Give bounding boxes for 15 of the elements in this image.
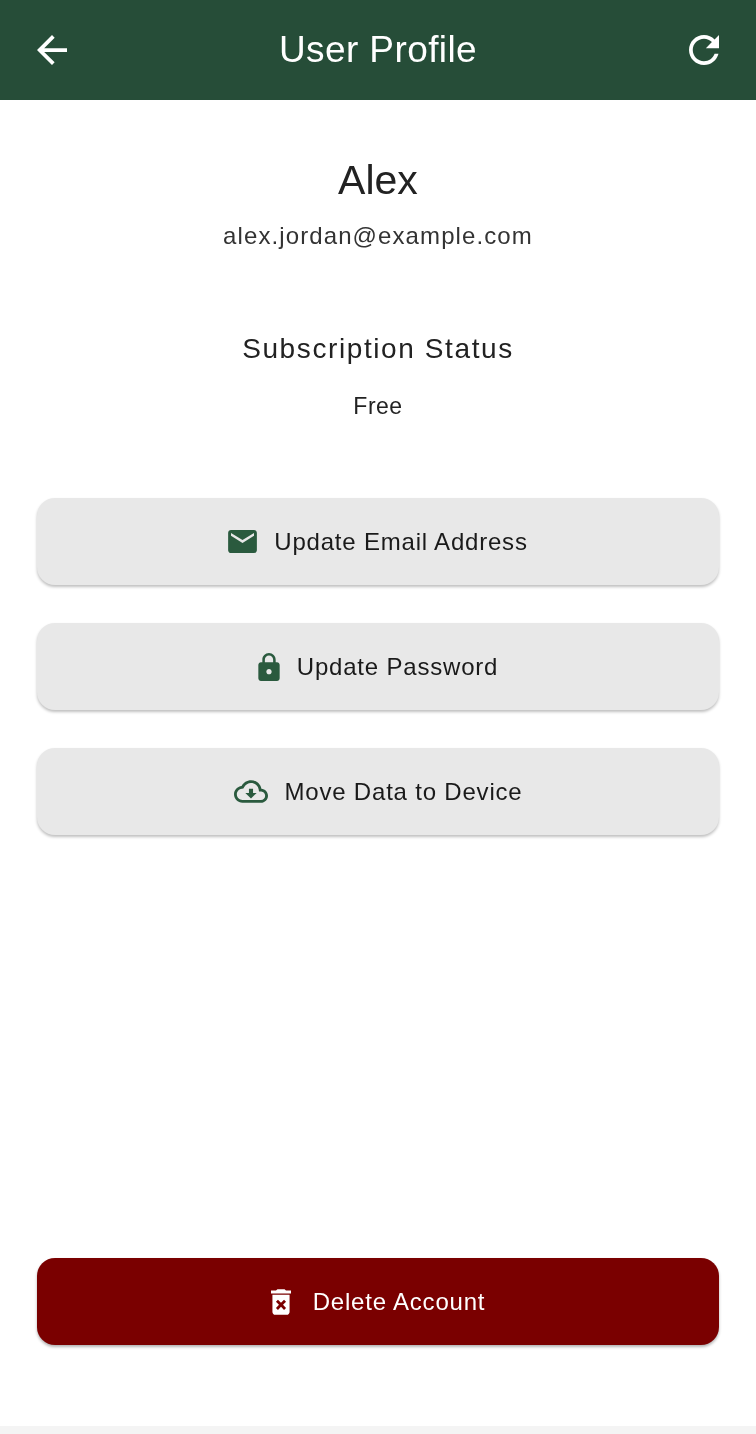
action-button[interactable]: Update Password — [37, 623, 719, 710]
subscription-label: Subscription Status — [242, 332, 514, 366]
delete-account-button[interactable]: Delete Account — [37, 1258, 719, 1345]
user-email: alex.jordan@example.com — [223, 221, 533, 251]
action-button[interactable]: Move Data to Device — [37, 748, 719, 835]
cloud-download-icon — [233, 780, 268, 803]
subscription-value: Free — [353, 392, 403, 421]
envelope-icon — [228, 530, 258, 553]
screen-title: User Profile — [278, 28, 478, 72]
action-button[interactable]: Update Email Address — [37, 498, 719, 585]
refresh-icon[interactable] — [689, 35, 719, 65]
trash-icon — [270, 1288, 291, 1315]
back-arrow-icon[interactable] — [37, 35, 67, 65]
lock-icon — [257, 652, 280, 681]
user-name: Alex — [338, 156, 418, 204]
